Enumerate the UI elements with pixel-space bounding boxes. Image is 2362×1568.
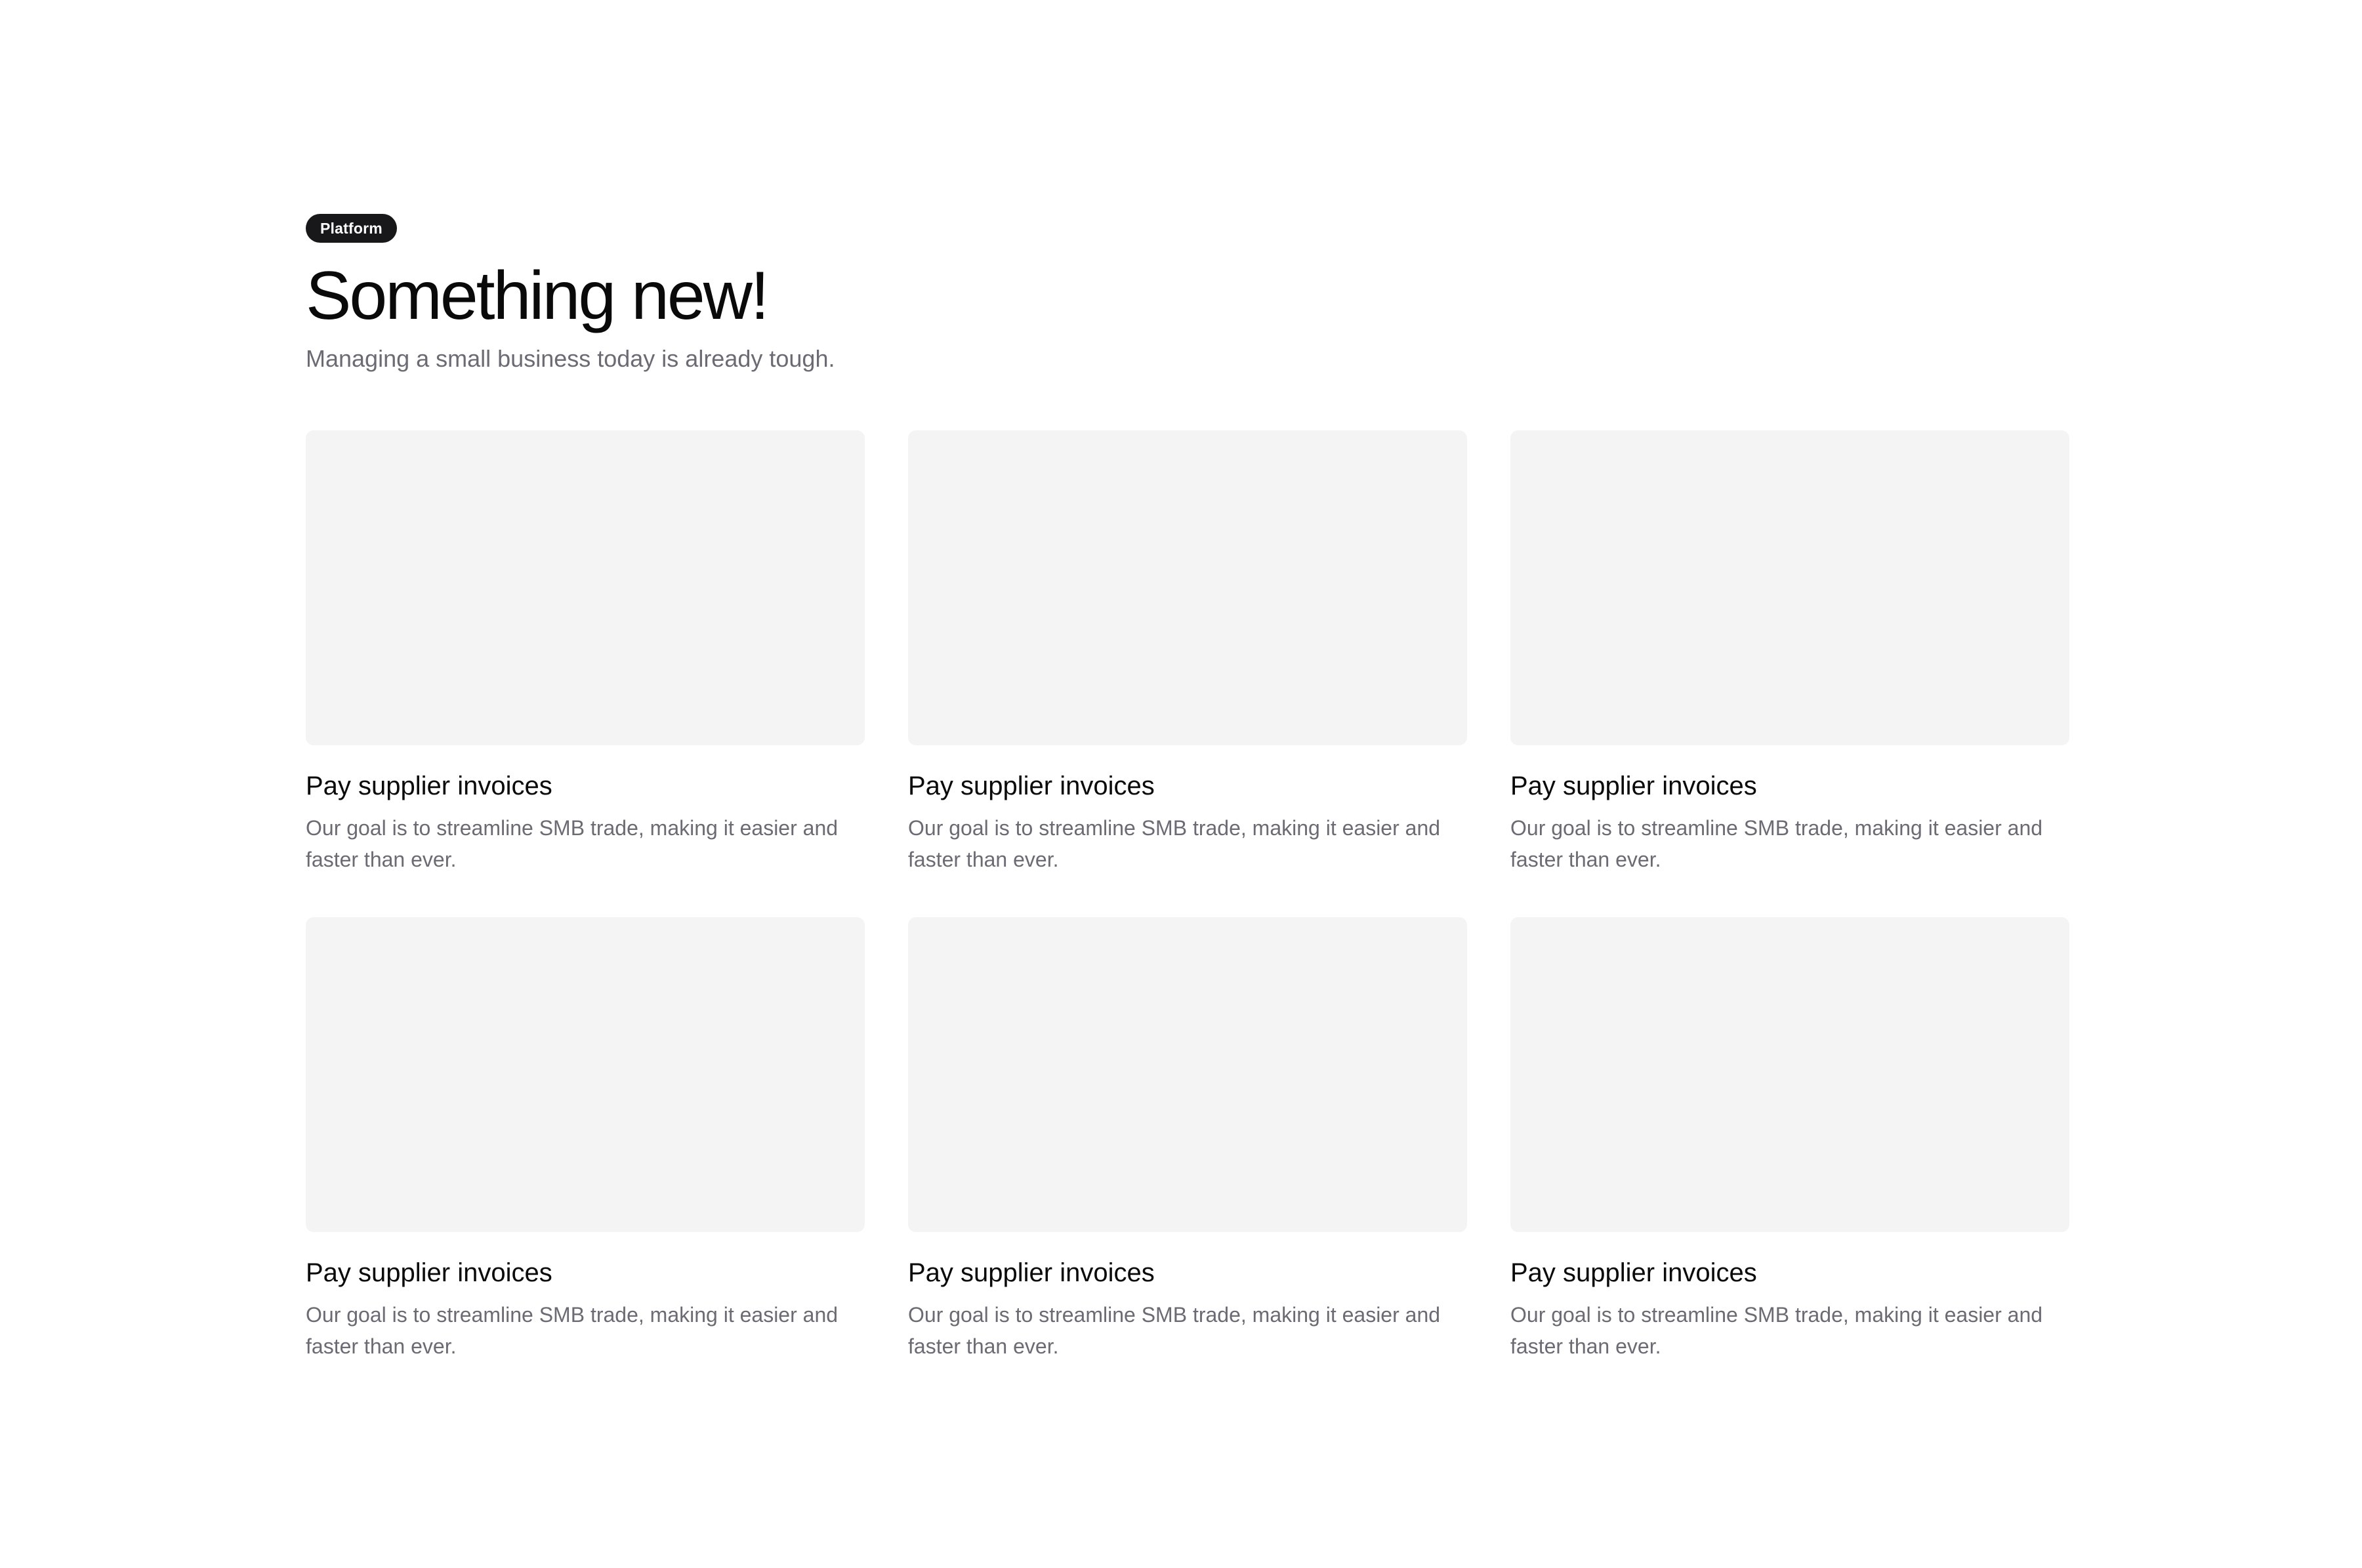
feature-section: Platform Something new! Managing a small… [306, 214, 2069, 1358]
feature-card[interactable]: Pay supplier invoices Our goal is to str… [908, 430, 1467, 875]
section-title: Something new! [306, 258, 770, 334]
feature-card[interactable]: Pay supplier invoices Our goal is to str… [1510, 430, 2069, 875]
card-title: Pay supplier invoices [908, 1258, 1155, 1287]
card-image-placeholder [908, 917, 1467, 1232]
card-description: Our goal is to streamline SMB trade, mak… [306, 1303, 839, 1358]
card-description: Our goal is to streamline SMB trade, mak… [306, 816, 839, 871]
feature-card[interactable]: Pay supplier invoices Our goal is to str… [1510, 917, 2069, 1362]
section-subtitle: Managing a small business today is alrea… [306, 345, 835, 372]
card-title: Pay supplier invoices [1510, 1258, 1757, 1287]
feature-card[interactable]: Pay supplier invoices Our goal is to str… [908, 917, 1467, 1362]
feature-card[interactable]: Pay supplier invoices Our goal is to str… [306, 917, 865, 1362]
card-description: Our goal is to streamline SMB trade, mak… [908, 1303, 1441, 1358]
card-title: Pay supplier invoices [908, 772, 1155, 800]
feature-grid: Pay supplier invoices Our goal is to str… [306, 430, 2069, 1362]
platform-badge: Platform [306, 214, 397, 243]
card-title: Pay supplier invoices [306, 1258, 552, 1287]
card-description: Our goal is to streamline SMB trade, mak… [1510, 816, 2043, 871]
card-image-placeholder [1510, 430, 2069, 745]
card-image-placeholder [1510, 917, 2069, 1232]
card-description: Our goal is to streamline SMB trade, mak… [1510, 1303, 2043, 1358]
card-description: Our goal is to streamline SMB trade, mak… [908, 816, 1441, 871]
card-image-placeholder [306, 917, 865, 1232]
feature-card[interactable]: Pay supplier invoices Our goal is to str… [306, 430, 865, 875]
card-image-placeholder [908, 430, 1467, 745]
card-title: Pay supplier invoices [1510, 772, 1757, 800]
card-title: Pay supplier invoices [306, 772, 552, 800]
card-image-placeholder [306, 430, 865, 745]
